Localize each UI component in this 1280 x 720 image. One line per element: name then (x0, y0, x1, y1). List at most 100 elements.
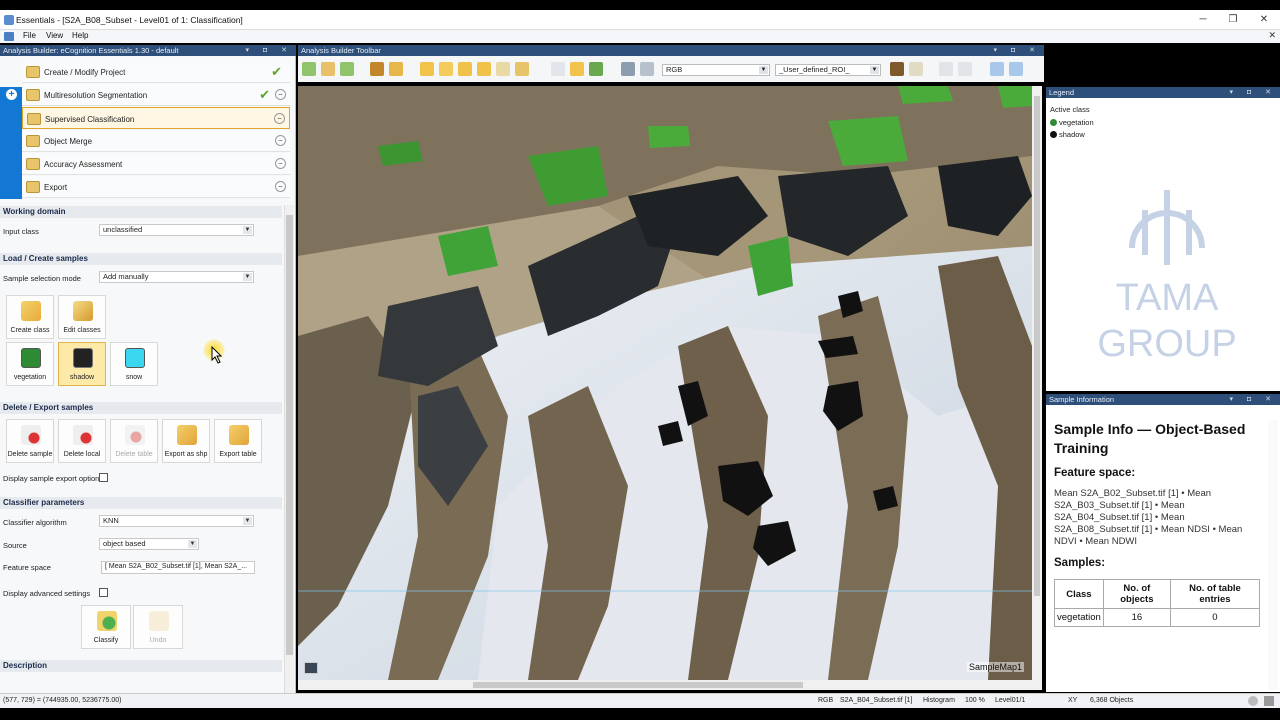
pan-icon[interactable] (439, 62, 453, 76)
satellite-image (298, 86, 1032, 680)
class-shadow-button[interactable]: shadow (58, 342, 106, 386)
scroll-thumb[interactable] (286, 215, 293, 655)
map-view[interactable]: SampleMap1 (298, 86, 1032, 680)
export-shp-button[interactable]: Export as shp (162, 419, 210, 463)
legend-title: Legend (1049, 88, 1075, 97)
edit-classes-button[interactable]: Edit classes (58, 295, 106, 339)
status-histogram: Histogram (923, 697, 955, 704)
menu-file[interactable]: File (23, 31, 36, 40)
edit-classes-label: Edit classes (63, 327, 101, 334)
class-vegetation-button[interactable]: vegetation (6, 342, 54, 386)
add-step-icon[interactable]: + (6, 89, 17, 100)
window-single-icon[interactable] (939, 62, 953, 76)
sample-information-panel: Sample Information ▾ ◘ ✕ Sample Info — O… (1046, 394, 1280, 692)
source-dropdown[interactable]: object based ▼ (99, 538, 199, 550)
close-button[interactable]: ✕ (1254, 13, 1274, 27)
save-icon[interactable] (370, 62, 384, 76)
roi-clear-icon[interactable] (909, 62, 923, 76)
app-menu-icon[interactable] (4, 32, 14, 41)
menu-help[interactable]: Help (72, 31, 88, 40)
edit-image-layer-icon[interactable] (640, 62, 654, 76)
image-mode-select[interactable]: RGB ▼ (662, 64, 770, 76)
step-export[interactable]: Export − (22, 176, 290, 198)
map-name-label: SampleMap1 (966, 662, 1024, 672)
title-bar: Essentials - [S2A_B08_Subset - Level01 o… (0, 10, 1280, 30)
panel-pin-close-icons[interactable]: ▾ ◘ ✕ (994, 45, 1042, 56)
undo-button[interactable]: Undo (133, 605, 183, 649)
previous-icon[interactable] (321, 62, 335, 76)
input-class-dropdown[interactable]: unclassified ▼ (99, 224, 254, 236)
scroll-thumb[interactable] (473, 682, 803, 688)
map-horizontal-scrollbar[interactable] (298, 680, 1042, 690)
panel-pin-close-icons[interactable]: ▾ ◘ ✕ (1230, 87, 1278, 98)
classifier-algorithm-dropdown[interactable]: KNN ▼ (99, 515, 254, 527)
export-table-label: Export table (219, 451, 257, 458)
delete-sample-label: Delete sample (7, 451, 53, 458)
roi-edit-icon[interactable] (890, 62, 904, 76)
display-export-options-checkbox[interactable] (99, 473, 108, 482)
zoom-in-icon[interactable] (458, 62, 472, 76)
undo-icon (149, 611, 169, 631)
maximize-button[interactable]: ❐ (1223, 13, 1243, 27)
feature-space-field[interactable]: [ Mean S2A_B02_Subset.tif [1], Mean S2A_… (101, 561, 255, 574)
zoom-fit-icon[interactable] (515, 62, 529, 76)
zoom-out-icon[interactable] (477, 62, 491, 76)
map-vertical-scrollbar[interactable] (1032, 86, 1042, 680)
feature-space-text: Mean S2A_B02_Subset.tif [1] • Mean S2A_B… (1054, 488, 1243, 547)
collapse-icon[interactable]: − (275, 158, 286, 169)
step-supervised-classification[interactable]: Supervised Classification − (22, 107, 290, 129)
step-object-merge[interactable]: Object Merge − (22, 130, 290, 152)
window-split-icon[interactable] (958, 62, 972, 76)
step-multiresolution-segmentation[interactable]: Multiresolution Segmentation ✔ − (22, 84, 290, 106)
pointer-icon[interactable] (420, 62, 434, 76)
status-settings-icon[interactable] (1264, 696, 1274, 706)
menu-view[interactable]: View (46, 31, 63, 40)
classify-button[interactable]: Classify (81, 605, 131, 649)
collapse-icon[interactable]: − (274, 113, 285, 124)
feature-space-label: Feature space (3, 563, 51, 572)
map-overview-icon[interactable] (304, 662, 318, 674)
delete-local-button[interactable]: Delete local (58, 419, 106, 463)
export-table-button[interactable]: Export table (214, 419, 262, 463)
collapse-icon[interactable]: − (275, 135, 286, 146)
left-panel-scrollbar[interactable] (284, 205, 294, 693)
advanced-settings-checkbox[interactable] (99, 588, 108, 597)
class-snow-button[interactable]: snow (110, 342, 158, 386)
legend-item-label: shadow (1059, 130, 1085, 139)
step-create-modify-project[interactable]: Create / Modify Project ✔ (22, 61, 290, 83)
classify-icon (97, 611, 117, 631)
panel-pin-close-icons[interactable]: ▾ ◘ ✕ (246, 45, 294, 56)
open-icon[interactable] (389, 62, 403, 76)
sample-info-scrollbar[interactable] (1268, 420, 1278, 690)
collapse-icon[interactable]: − (275, 89, 286, 100)
image-layer-mixing-icon[interactable] (621, 62, 635, 76)
sample-mode-dropdown[interactable]: Add manually ▼ (99, 271, 254, 283)
classifier-algorithm-value: KNN (103, 516, 119, 525)
document-close-icon[interactable]: ✕ (1268, 30, 1276, 41)
table-header-row: Class No. of objects No. of table entrie… (1054, 579, 1261, 609)
step-accuracy-assessment[interactable]: Accuracy Assessment − (22, 153, 290, 175)
panel-pin-close-icons[interactable]: ▾ ◘ ✕ (1230, 394, 1278, 405)
create-class-button[interactable]: Create class (6, 295, 54, 339)
sync-back-icon[interactable] (990, 62, 1004, 76)
mouse-cursor-icon (211, 346, 223, 364)
sample-info-header: Sample Information ▾ ◘ ✕ (1046, 394, 1280, 405)
delete-sample-button[interactable]: Delete sample (6, 419, 54, 463)
roi-select[interactable]: _User_defined_ROI_ ▼ (775, 64, 881, 76)
scroll-thumb[interactable] (1034, 96, 1040, 596)
delete-table-button[interactable]: Delete table (110, 419, 158, 463)
view-layers-icon[interactable] (551, 62, 565, 76)
sync-forward-icon[interactable] (1009, 62, 1023, 76)
next-icon[interactable] (340, 62, 354, 76)
source-label: Source (3, 541, 27, 550)
view-classification-icon[interactable] (589, 62, 603, 76)
collapse-icon[interactable]: − (275, 181, 286, 192)
legend-item-label: vegetation (1059, 118, 1094, 127)
legend-item-shadow[interactable]: shadow (1050, 130, 1085, 139)
minimize-button[interactable]: ─ (1193, 13, 1213, 27)
view-outlines-icon[interactable] (570, 62, 584, 76)
first-icon[interactable] (302, 62, 316, 76)
legend-item-vegetation[interactable]: vegetation (1050, 118, 1094, 127)
zoom-area-icon[interactable] (496, 62, 510, 76)
samples-heading: Samples: (1054, 557, 1106, 569)
